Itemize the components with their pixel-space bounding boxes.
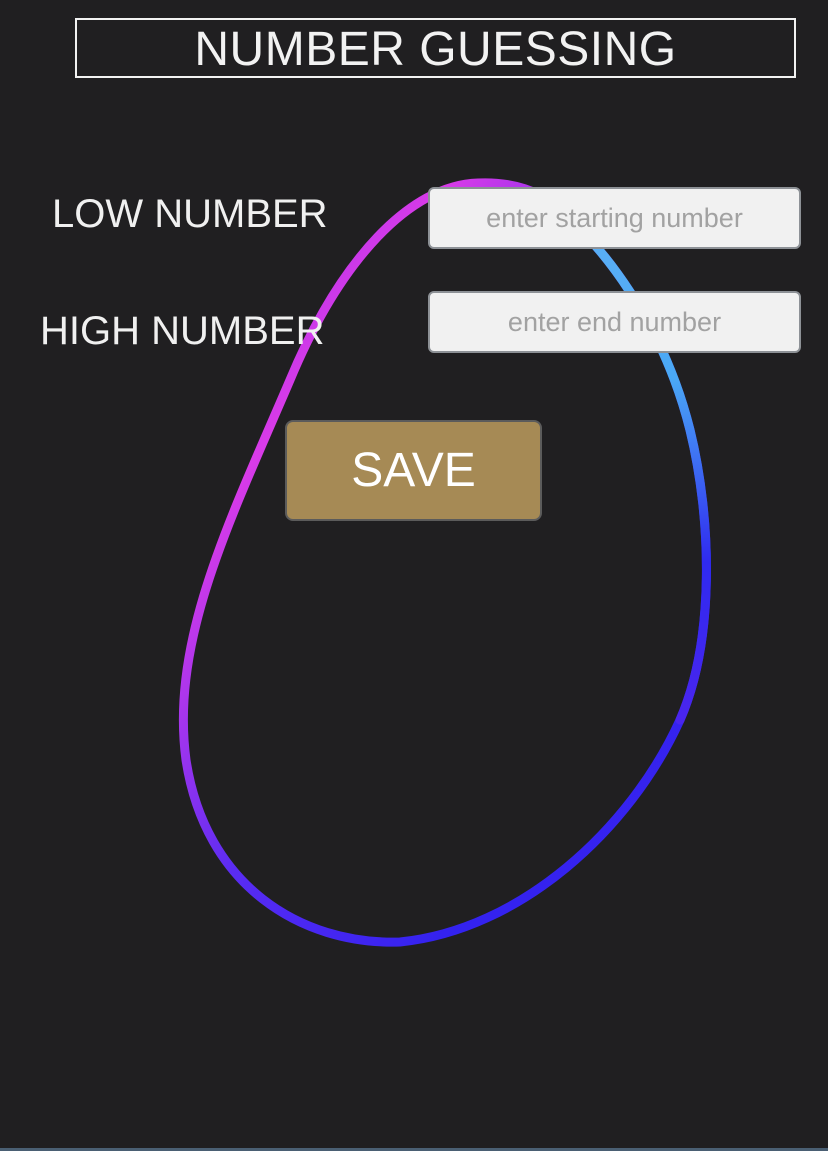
high-number-label: HIGH NUMBER — [40, 309, 325, 353]
low-number-input[interactable] — [428, 187, 801, 249]
low-number-label: LOW NUMBER — [52, 192, 328, 236]
page-title: NUMBER GUESSING — [194, 23, 677, 76]
save-button[interactable]: SAVE — [285, 420, 542, 521]
gradient-ring-decoration — [178, 178, 711, 947]
title-box: NUMBER GUESSING — [75, 18, 796, 78]
high-number-input[interactable] — [428, 291, 801, 353]
